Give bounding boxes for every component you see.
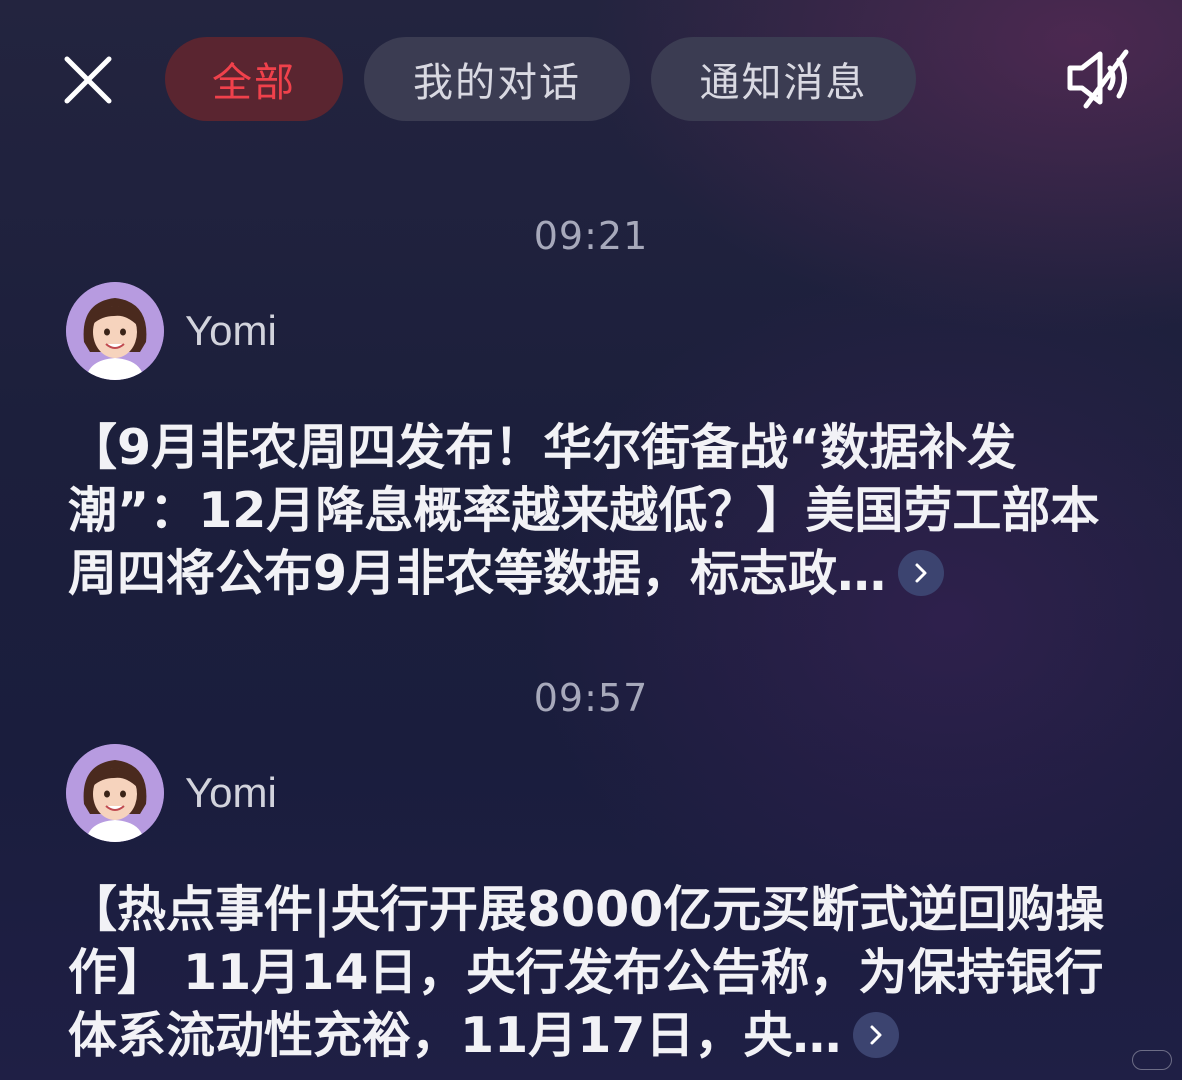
avatar[interactable] xyxy=(66,282,164,380)
avatar-portrait-icon xyxy=(66,744,164,842)
close-icon xyxy=(64,56,112,104)
expand-button[interactable] xyxy=(853,1011,900,1058)
message-body[interactable]: 【9月非农周四发布！华尔街备战“数据补发潮”：12月降息概率越来越低？】美国劳工… xyxy=(68,416,1128,605)
watermark-logo xyxy=(1132,1050,1172,1070)
message-timestamp: 09:57 xyxy=(533,676,649,720)
avatar-portrait-icon xyxy=(66,282,164,380)
tab-all-label: 全部 xyxy=(212,60,296,106)
message-text: 【9月非农周四发布！华尔街备战“数据补发潮”：12月降息概率越来越低？】美国劳工… xyxy=(68,419,1100,602)
tab-my-dialogs[interactable]: 我的对话 xyxy=(364,37,630,121)
tab-all[interactable]: 全部 xyxy=(165,37,343,121)
message-sender: Yomi xyxy=(66,282,277,380)
speaker-muted-icon xyxy=(1067,49,1129,109)
sender-name: Yomi xyxy=(185,307,277,354)
message-timestamp: 09:21 xyxy=(533,214,649,258)
sender-name: Yomi xyxy=(185,769,277,816)
message-text: 【热点事件|央行开展8000亿元买断式逆回购操作】 11月14日，央行发布公告称… xyxy=(68,881,1105,1064)
chevron-right-icon xyxy=(915,563,927,582)
chevron-right-icon xyxy=(870,1025,882,1044)
tab-my-dialogs-label: 我的对话 xyxy=(413,60,581,106)
message-sender: Yomi xyxy=(66,744,277,842)
message-body[interactable]: 【热点事件|央行开展8000亿元买断式逆回购操作】 11月14日，央行发布公告称… xyxy=(68,878,1128,1067)
top-bar: 全部 我的对话 通知消息 xyxy=(0,0,1182,150)
tab-notifications[interactable]: 通知消息 xyxy=(651,37,916,121)
tab-notifications-label: 通知消息 xyxy=(699,60,868,106)
close-button[interactable] xyxy=(60,52,116,108)
mute-toggle-button[interactable] xyxy=(1062,44,1140,112)
expand-button[interactable] xyxy=(898,549,945,596)
avatar[interactable] xyxy=(66,744,164,842)
